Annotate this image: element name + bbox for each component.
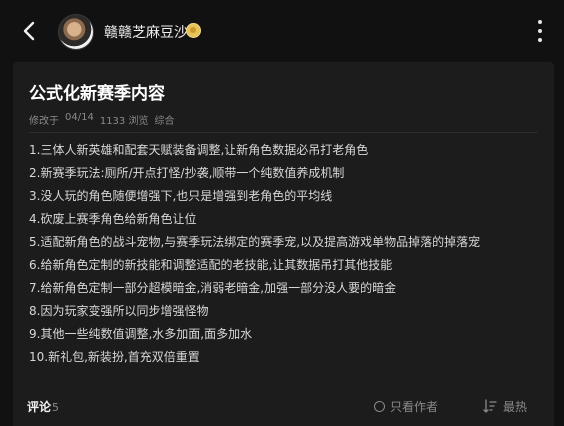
post-line: 4.砍废上赛季角色给新角色让位 [29,212,197,226]
comments-tab[interactable]: 评论5 [27,398,59,415]
edited-prefix: 修改于 [29,116,59,127]
username[interactable]: 赣赣芝麻豆沙 [104,22,188,42]
comments-bar: 评论5 只看作者 最热 [13,384,554,426]
post-date: 04/14 [65,112,94,123]
sort-button[interactable]: 最热 [483,398,527,415]
post-line: 10.新礼包,新装扮,首充双倍重置 [29,350,200,364]
author-only-toggle[interactable]: 只看作者 [374,398,438,415]
comments-label: 评论 [27,400,52,414]
author-only-label: 只看作者 [390,400,439,414]
post-body: 1.三体人新英雄和配套天赋装备调整,让新角色数据必吊打老角色 2.新赛季玩法:厕… [29,142,544,372]
more-vertical-icon [538,20,542,24]
chevron-left-icon [23,21,35,41]
gold-badge-icon [186,23,201,38]
post-line: 2.新赛季玩法:厕所/开点打怪/抄袭,顺带一个纯数值养成机制 [29,166,345,180]
divider [29,132,538,133]
post-line: 1.三体人新英雄和配套天赋装备调整,让新角色数据必吊打老角色 [29,143,369,157]
radio-circle-icon [374,401,385,412]
top-bar: 赣赣芝麻豆沙 [0,0,564,62]
category-tag[interactable]: 综合 [154,112,174,127]
post-meta: 修改于 04/14 1133 浏览 综合 [29,112,174,127]
comments-count: 5 [52,401,60,414]
post-line: 7.给新角色定制一部分超模暗金,消弱老暗金,加强一部分没人要的暗金 [29,281,397,295]
post-line: 6.给新角色定制的新技能和调整适配的老技能,让其数据吊打其他技能 [29,258,393,272]
post-line: 9.其他一些纯数值调整,水多加面,面多加水 [29,327,253,341]
sort-label: 最热 [503,400,528,414]
post-card: 公式化新赛季内容 修改于 04/14 1133 浏览 综合 1.三体人新英雄和配… [13,62,554,426]
back-button[interactable] [18,19,42,43]
post-title: 公式化新赛季内容 [29,84,165,104]
view-count: 1133 浏览 [99,116,149,127]
sort-icon [483,399,497,413]
more-button[interactable] [536,20,544,42]
post-line: 8.因为玩家变强所以同步增强怪物 [29,304,209,318]
post-line: 5.适配新角色的战斗宠物,与赛季玩法绑定的赛季宠,以及提高游戏单物品掉落的掉落宠 [29,235,481,249]
avatar[interactable] [58,14,94,50]
post-line: 3.没人玩的角色随便增强下,也只是增强到老角色的平均线 [29,189,333,203]
